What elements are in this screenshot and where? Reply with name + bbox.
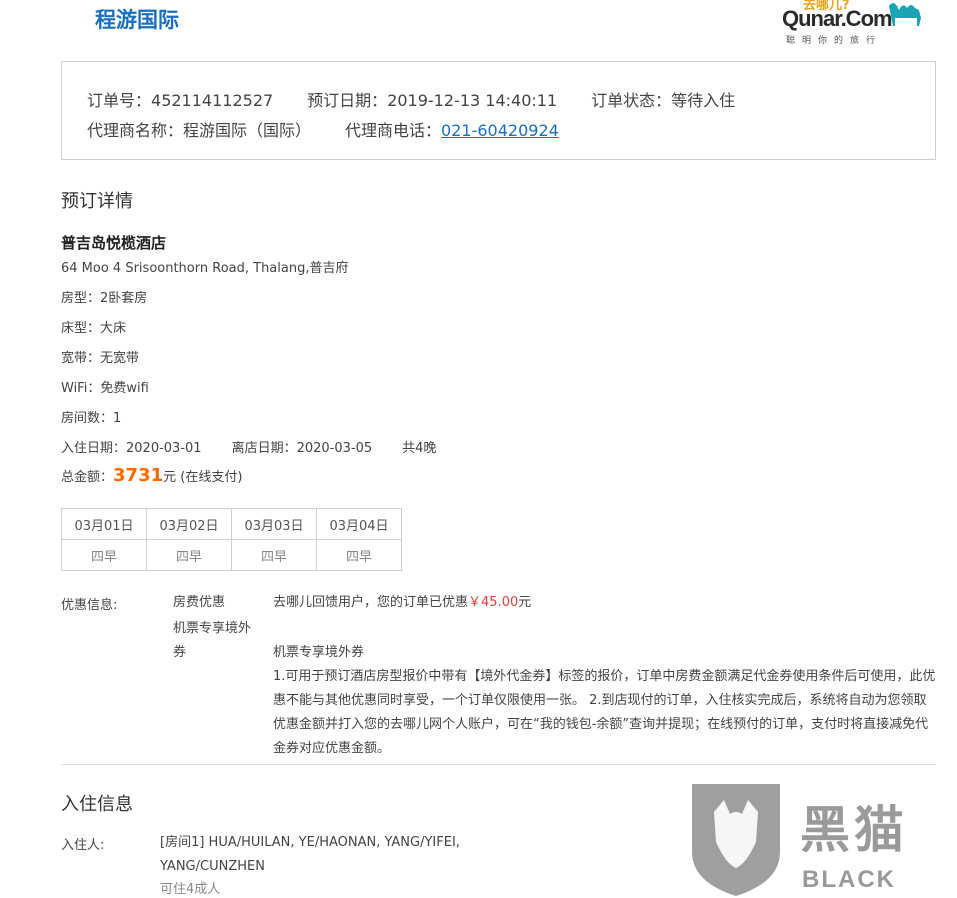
watermark-cn: 黑猫	[800, 801, 908, 859]
wifi: WiFi：免费wifi	[61, 381, 149, 396]
order-summary-box: 订单号：452114112527 预订日期：2019-12-13 14:40:11…	[61, 61, 936, 160]
calendar-date: 03月02日	[146, 508, 232, 540]
agent-phone-label: 代理商电话：	[345, 121, 442, 140]
promo-unit: 元	[518, 595, 532, 610]
order-line-2: 代理商名称：程游国际（国际） 代理商电话：021-60420924	[87, 117, 559, 141]
promo-type-room: 房费优惠	[173, 595, 226, 610]
guest-label: 入住人:	[61, 838, 105, 853]
guest-names: [房间1] HUA/HUILAN, YE/HAONAN, YANG/YIFEI,…	[160, 835, 460, 874]
checkout-label: 离店日期：	[231, 441, 297, 456]
promo-type-flight: 机票专享境外 券	[173, 617, 251, 665]
guest-section-title: 入住信息	[61, 794, 133, 815]
total-amount: 3731	[113, 465, 164, 486]
total-suffix: 元 (在线支付)	[163, 470, 243, 485]
promo-desc-text: 去哪儿回馈用户，您的订单已优惠	[273, 595, 469, 610]
calendar-meal: 四早	[146, 539, 232, 571]
order-no-label: 订单号：	[87, 91, 152, 110]
booking-date: 2019-12-13 14:40:11	[387, 91, 558, 110]
booking-section-title: 预订详情	[61, 191, 133, 212]
calendar-date: 03月03日	[231, 508, 317, 540]
bed-type: 床型：大床	[61, 321, 127, 336]
promo-discount: ￥45.00	[468, 595, 519, 610]
room-count: 房间数：1	[61, 411, 122, 426]
calendar-dates-row: 03月01日 03月02日 03月03日 03月04日	[61, 508, 402, 540]
agent-name-label: 代理商名称：	[87, 121, 184, 140]
room-type: 房型：2卧套房	[61, 291, 148, 306]
broadband: 宽带：无宽带	[61, 351, 140, 366]
guest-capacity: 可住4成人	[160, 882, 221, 897]
qunar-logo[interactable]: Qunar.Com	[782, 6, 893, 32]
calendar-meal: 四早	[61, 539, 147, 571]
agent-name: 程游国际（国际）	[183, 121, 312, 140]
checkin-label: 入住日期：	[61, 441, 127, 456]
section-divider	[61, 764, 936, 765]
promo-type-flight-line2: 券	[173, 645, 187, 660]
booking-date-label: 预订日期：	[307, 91, 388, 110]
hotel-name: 普吉岛悦榄酒店	[61, 234, 167, 252]
promo-type-flight-line1: 机票专享境外	[173, 621, 252, 636]
order-line-1: 订单号：452114112527 预订日期：2019-12-13 14:40:11…	[87, 87, 735, 111]
checkin-date: 2020-03-01	[126, 441, 202, 456]
promo-rules: 1.可用于预订酒店房型报价中带有【境外代金券】标签的报价，订单中房费金额满足代金…	[273, 669, 936, 756]
calendar-meals-row: 四早 四早 四早 四早	[61, 539, 402, 571]
order-status-label: 订单状态：	[591, 91, 672, 110]
stay-dates: 入住日期：2020-03-01 离店日期：2020-03-05 共4晚	[61, 437, 436, 456]
promo-desc-room: 去哪儿回馈用户，您的订单已优惠￥45.00元	[273, 591, 531, 615]
black-cat-shield-icon	[692, 784, 780, 896]
total-label: 总金额：	[61, 470, 114, 485]
calendar-meal: 四早	[316, 539, 402, 571]
checkout-date: 2020-03-05	[296, 441, 373, 456]
promo-title-flight: 机票专享境外券	[273, 645, 365, 660]
calendar-date: 03月04日	[316, 508, 402, 540]
calendar-meal: 四早	[231, 539, 317, 571]
hotel-address: 64 Moo 4 Srisoonthorn Road, Thalang,普吉府	[61, 261, 349, 276]
nights-count: 共4晚	[402, 441, 437, 456]
total-price: 总金额：3731元 (在线支付)	[61, 465, 242, 486]
agency-title: 程游国际	[95, 8, 179, 32]
watermark-en: BLACK CAT	[802, 866, 896, 898]
qunar-tagline: 聪明你的旅行	[786, 36, 883, 46]
stay-calendar: 03月01日 03月02日 03月03日 03月04日 四早 四早 四早 四早	[61, 508, 402, 571]
promotions-label: 优惠信息:	[61, 598, 118, 613]
calendar-date: 03月01日	[61, 508, 147, 540]
order-no: 452114112527	[151, 91, 274, 110]
order-status: 等待入住	[671, 91, 736, 110]
agent-phone-link[interactable]: 021-60420924	[441, 121, 559, 140]
